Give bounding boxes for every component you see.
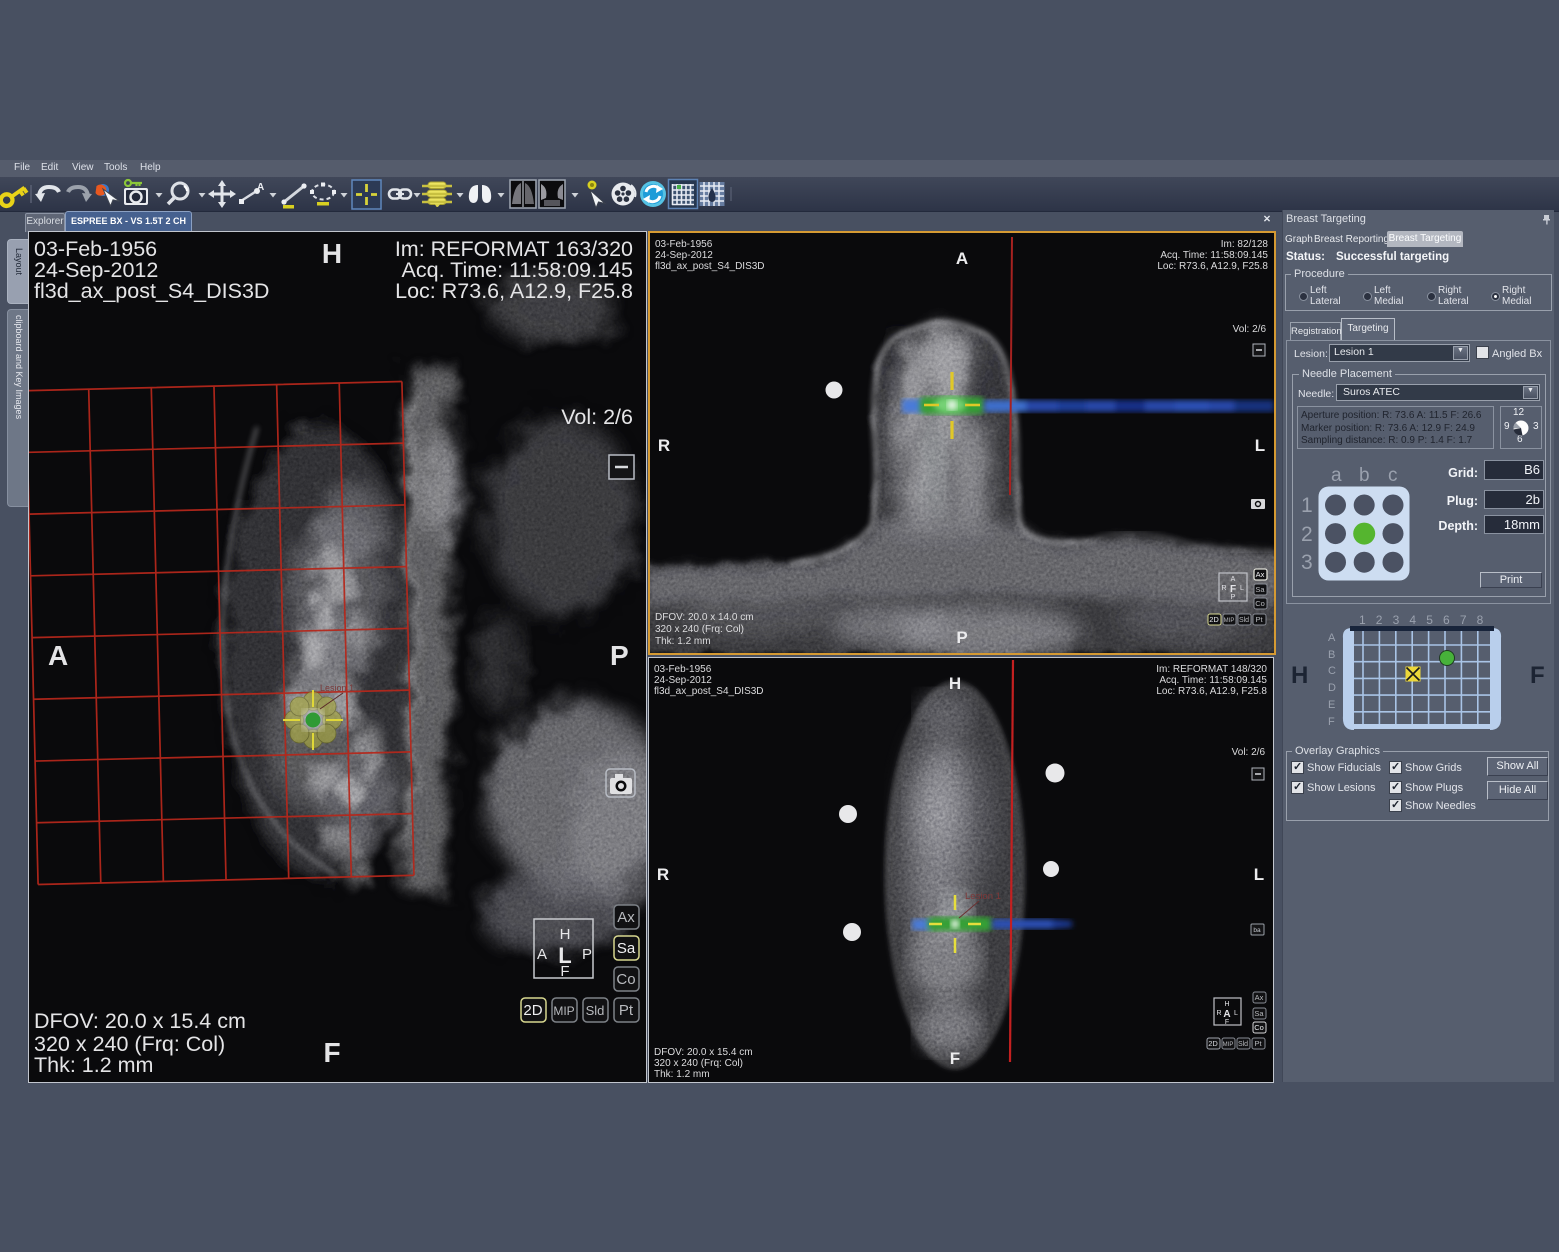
svg-text:ba: ba <box>1253 927 1261 934</box>
svg-text:A: A <box>956 249 968 268</box>
svg-text:P: P <box>1231 594 1236 601</box>
svg-text:2D: 2D <box>1208 1039 1218 1048</box>
svg-text:H: H <box>949 674 961 693</box>
svg-text:Ax: Ax <box>617 909 635 926</box>
svg-text:R: R <box>1221 585 1226 592</box>
svg-text:A: A <box>537 946 547 963</box>
svg-text:R: R <box>657 865 669 884</box>
svg-text:DFOV: 20.0 x 15.4 cm: DFOV: 20.0 x 15.4 cm <box>654 1047 753 1058</box>
svg-text:R: R <box>658 436 670 455</box>
svg-text:Ax: Ax <box>1256 570 1265 579</box>
svg-text:MIP: MIP <box>553 1004 574 1018</box>
svg-text:L: L <box>1254 865 1264 884</box>
svg-text:Sld: Sld <box>1238 1041 1248 1048</box>
svg-text:fl3d_ax_post_S4_DIS3D: fl3d_ax_post_S4_DIS3D <box>655 261 765 272</box>
svg-text:03-Feb-1956: 03-Feb-1956 <box>654 664 712 675</box>
svg-text:Co: Co <box>1254 1023 1264 1032</box>
svg-text:MIP: MIP <box>1223 1042 1234 1048</box>
svg-text:L: L <box>1234 1010 1238 1017</box>
svg-text:320 x 240 (Frq: Col): 320 x 240 (Frq: Col) <box>654 1058 743 1069</box>
svg-text:Im: 82/128: Im: 82/128 <box>1221 239 1269 250</box>
svg-text:A: A <box>48 640 68 671</box>
svg-text:H: H <box>322 238 342 269</box>
svg-text:Im: REFORMAT 148/320: Im: REFORMAT 148/320 <box>1156 664 1267 675</box>
svg-text:fl3d_ax_post_S4_DIS3D: fl3d_ax_post_S4_DIS3D <box>34 279 269 303</box>
svg-text:R: R <box>1216 1010 1221 1017</box>
svg-text:Sa: Sa <box>1254 1009 1264 1018</box>
svg-text:Pt: Pt <box>1254 1039 1262 1048</box>
svg-text:F: F <box>323 1037 340 1068</box>
svg-text:2D: 2D <box>1209 615 1219 624</box>
svg-text:P: P <box>610 640 629 671</box>
svg-text:Sa: Sa <box>1255 585 1265 594</box>
svg-text:DFOV: 20.0 x 15.4 cm: DFOV: 20.0 x 15.4 cm <box>34 1009 246 1033</box>
svg-text:P: P <box>956 628 967 647</box>
svg-text:H: H <box>1224 1001 1229 1008</box>
svg-text:Vol: 2/6: Vol: 2/6 <box>1232 747 1266 758</box>
svg-text:Sld: Sld <box>1239 617 1249 624</box>
svg-text:fl3d_ax_post_S4_DIS3D: fl3d_ax_post_S4_DIS3D <box>654 686 764 697</box>
svg-text:Loc: R73.6, A12.9, F25.8: Loc: R73.6, A12.9, F25.8 <box>1157 261 1268 272</box>
svg-text:Loc: R73.6, A12.9, F25.8: Loc: R73.6, A12.9, F25.8 <box>395 279 633 303</box>
svg-text:F: F <box>560 963 569 980</box>
svg-text:Acq. Time: 11:58:09.145: Acq. Time: 11:58:09.145 <box>1160 250 1268 261</box>
svg-text:Vol: 2/6: Vol: 2/6 <box>561 405 633 429</box>
svg-text:Lesion 1: Lesion 1 <box>320 683 354 693</box>
svg-text:DFOV: 20.0 x 14.0 cm: DFOV: 20.0 x 14.0 cm <box>655 612 754 623</box>
svg-text:Acq. Time: 11:58:09.145: Acq. Time: 11:58:09.145 <box>1159 675 1267 686</box>
svg-text:Ax: Ax <box>1255 993 1264 1002</box>
svg-text:Thk: 1.2 mm: Thk: 1.2 mm <box>655 636 711 647</box>
svg-text:Thk: 1.2 mm: Thk: 1.2 mm <box>654 1069 710 1078</box>
svg-text:Vol: 2/6: Vol: 2/6 <box>1233 324 1267 335</box>
svg-text:Lesion 1: Lesion 1 <box>965 891 1001 902</box>
svg-text:F: F <box>1225 1019 1229 1026</box>
svg-text:Pt: Pt <box>619 1002 634 1019</box>
svg-text:24-Sep-2012: 24-Sep-2012 <box>654 675 712 686</box>
svg-text:MIP: MIP <box>1224 618 1235 624</box>
svg-text:320 x 240 (Frq: Col): 320 x 240 (Frq: Col) <box>655 624 744 635</box>
svg-text:P: P <box>582 946 592 963</box>
svg-text:2D: 2D <box>523 1002 542 1019</box>
svg-text:L: L <box>1255 436 1265 455</box>
svg-text:F: F <box>950 1049 960 1068</box>
svg-text:Pt: Pt <box>1255 615 1263 624</box>
svg-text:Sa: Sa <box>617 940 636 957</box>
svg-text:A: A <box>1231 576 1236 583</box>
svg-text:Co: Co <box>1255 599 1265 608</box>
svg-text:24-Sep-2012: 24-Sep-2012 <box>655 250 713 261</box>
svg-text:Sld: Sld <box>586 1003 605 1018</box>
svg-text:Co: Co <box>616 971 635 988</box>
svg-text:A: A <box>257 182 264 193</box>
svg-text:Thk: 1.2 mm: Thk: 1.2 mm <box>34 1053 153 1077</box>
svg-text:L: L <box>1240 585 1244 592</box>
svg-text:03-Feb-1956: 03-Feb-1956 <box>655 239 713 250</box>
svg-text:Loc: R73.6, A12.9, F25.8: Loc: R73.6, A12.9, F25.8 <box>1156 686 1267 697</box>
svg-text:H: H <box>560 926 571 943</box>
